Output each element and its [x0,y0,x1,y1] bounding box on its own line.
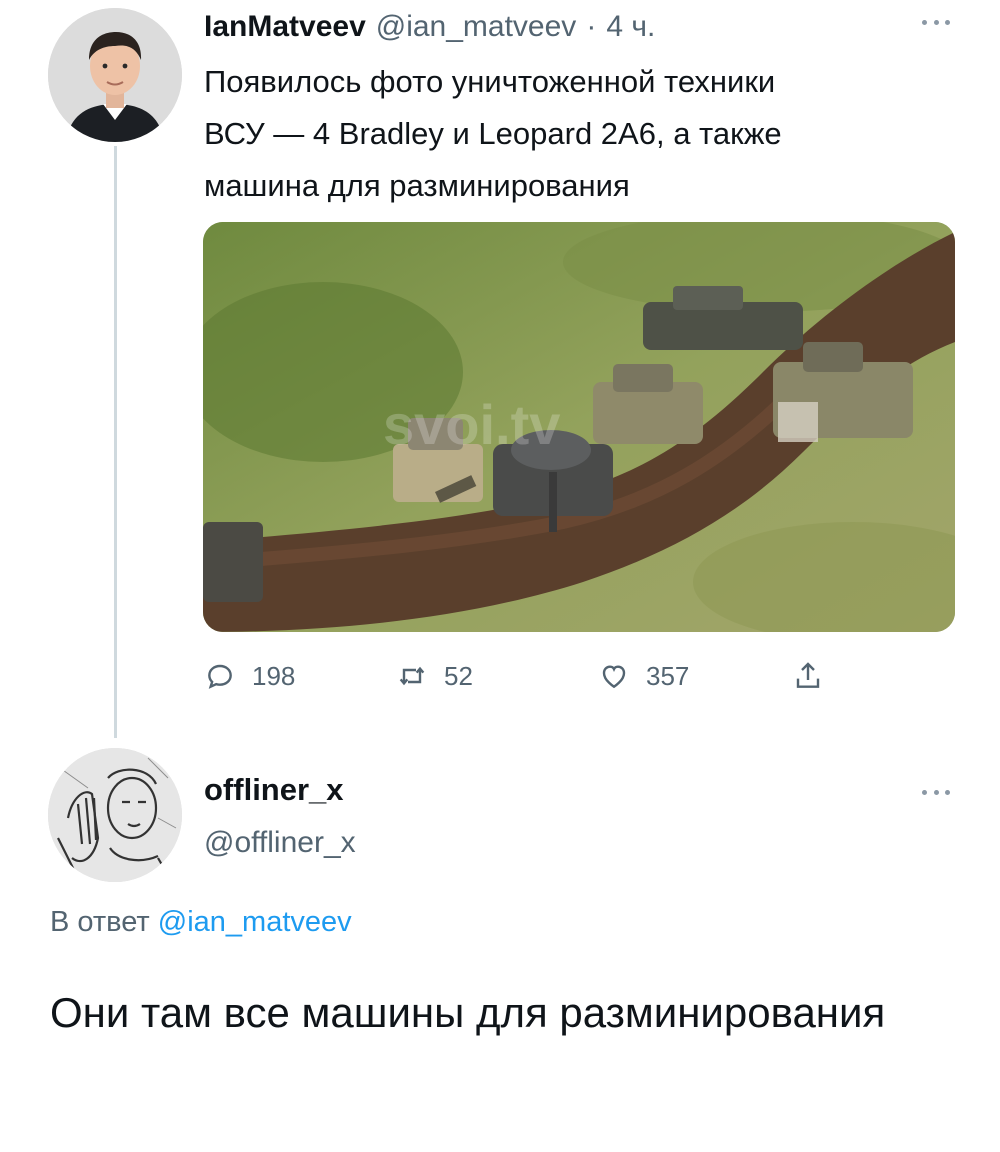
author-avatar[interactable] [48,8,182,142]
reply-icon [208,664,232,689]
thread-line [114,146,117,738]
svg-text:svoi.tv: svoi.tv [383,393,560,456]
share-icon [796,662,820,688]
field-photo-icon: svoi.tv [203,222,955,632]
more-horizontal-icon[interactable] [918,12,954,32]
share-button[interactable] [792,654,824,698]
reply-author-display-name[interactable]: offliner_x [204,772,344,808]
heart-icon [602,665,626,689]
tweet-photo[interactable]: svoi.tv [203,222,955,632]
sketch-avatar-icon [48,748,182,882]
more-horizontal-icon[interactable] [918,782,954,802]
author-handle[interactable]: @ian_matveev [376,10,577,44]
tweet-time[interactable]: 4 ч. [606,10,655,44]
reply-button[interactable]: 198 [204,654,295,698]
person-avatar-icon [48,8,182,142]
reply-count: 198 [252,660,296,691]
reply-to-prefix: В ответ [50,906,150,938]
reply-author-handle[interactable]: @offliner_x [204,826,356,860]
tweet-header: IanMatveev @ian_matveev · 4 ч. [204,10,655,50]
retweet-count: 52 [444,660,473,691]
like-count: 357 [646,660,690,691]
reply-author-avatar[interactable] [48,748,182,882]
author-display-name[interactable]: IanMatveev [204,10,366,44]
reply-text: Они там все машины для разминирования [50,989,886,1036]
tweet-actions: 198 52 357 [204,654,844,698]
retweet-icon [399,666,425,686]
retweet-button[interactable]: 52 [396,654,473,698]
tweet-text: Появилось фото уничтоженной техники ВСУ … [204,64,782,203]
separator: · [586,10,597,43]
reply-to-mention[interactable]: @ian_matveev [158,906,352,938]
like-button[interactable]: 357 [598,654,689,698]
reply-context: В ответ @ian_matveev [50,906,352,939]
